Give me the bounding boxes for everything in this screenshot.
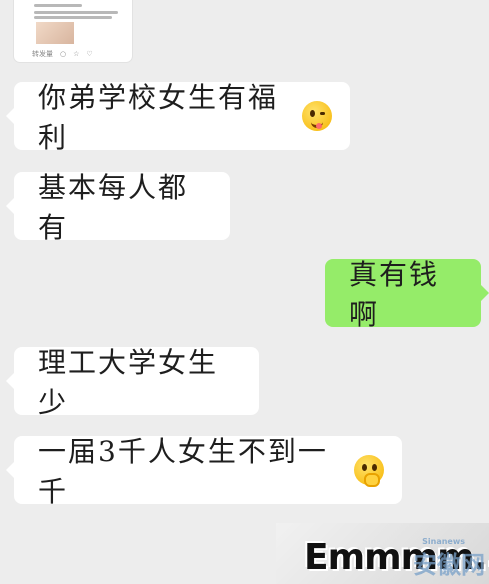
preview-text-line [34,11,118,14]
message-bubble[interactable]: 你弟学校女生有福利 [6,81,350,154]
message-bubble[interactable]: 基本每人都有 [6,171,230,244]
watermark-text: 安徽网 [413,551,485,579]
preview-thumbnail [36,22,74,44]
message-bubble-sent[interactable]: 真有钱啊 [325,258,489,331]
winking-tongue-emoji-icon [302,101,332,131]
preview-text-line [34,16,112,19]
star-icon[interactable]: ☆ [73,46,79,62]
preview-text-line [34,4,82,7]
message-text: 理工大学女生少 [38,346,219,419]
message-text: 真有钱啊 [349,258,440,331]
preview-footer: 转发量 ○ ☆ ♡ [14,46,132,62]
message-bubble[interactable]: 一届3千人女生不到一千 [6,435,402,508]
message-text: 你弟学校女生有福利 [38,81,279,154]
image-message[interactable]: Emmmm... Sinanews 安徽网 [276,523,489,584]
shushing-face-emoji-icon [354,455,384,487]
message-text: 基本每人都有 [38,171,189,244]
message-text: 一届3千人女生不到一千 [38,435,328,508]
message-bubble[interactable]: 理工大学女生少 [6,346,259,419]
like-icon[interactable]: ♡ [86,46,92,62]
shared-post-preview[interactable]: 转发量 ○ ☆ ♡ [14,0,132,62]
comment-icon[interactable]: ○ [60,46,66,62]
watermark: Sinanews 安徽网 [413,537,485,580]
watermark-small: Sinanews [422,537,465,546]
repost-count[interactable]: 转发量 [32,46,53,62]
